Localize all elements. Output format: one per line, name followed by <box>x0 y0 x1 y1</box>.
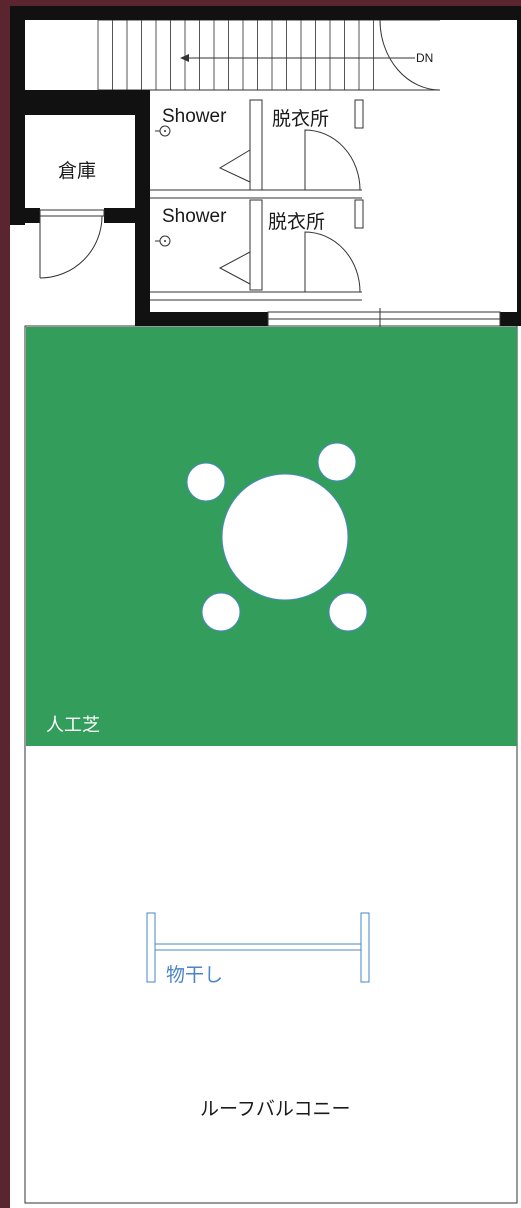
chair-2 <box>317 442 357 482</box>
chair-1 <box>186 462 226 502</box>
chair-3 <box>201 592 241 632</box>
changing-room-2-label: 脱衣所 <box>268 211 325 233</box>
drying-rack-label: 物干し <box>166 964 223 986</box>
artificial-turf-label: 人工芝 <box>46 715 100 735</box>
stair-direction-label: DN <box>416 51 433 65</box>
roof-balcony-label: ルーフバルコニー <box>200 1099 350 1120</box>
round-table <box>221 473 349 601</box>
storage-label: 倉庫 <box>58 160 96 182</box>
chair-4 <box>328 592 368 632</box>
shower-1-label: Shower <box>162 106 227 127</box>
floor-plan-svg: DN Shower 脱衣所 Shower 脱衣所 倉庫 人工芝 物干し ルーフバ… <box>0 0 521 1208</box>
changing-room-1-label: 脱衣所 <box>272 108 329 130</box>
shower-2-label: Shower <box>162 206 227 227</box>
floor-plan: DN Shower 脱衣所 Shower 脱衣所 倉庫 人工芝 物干し ルーフバ… <box>0 0 521 1208</box>
